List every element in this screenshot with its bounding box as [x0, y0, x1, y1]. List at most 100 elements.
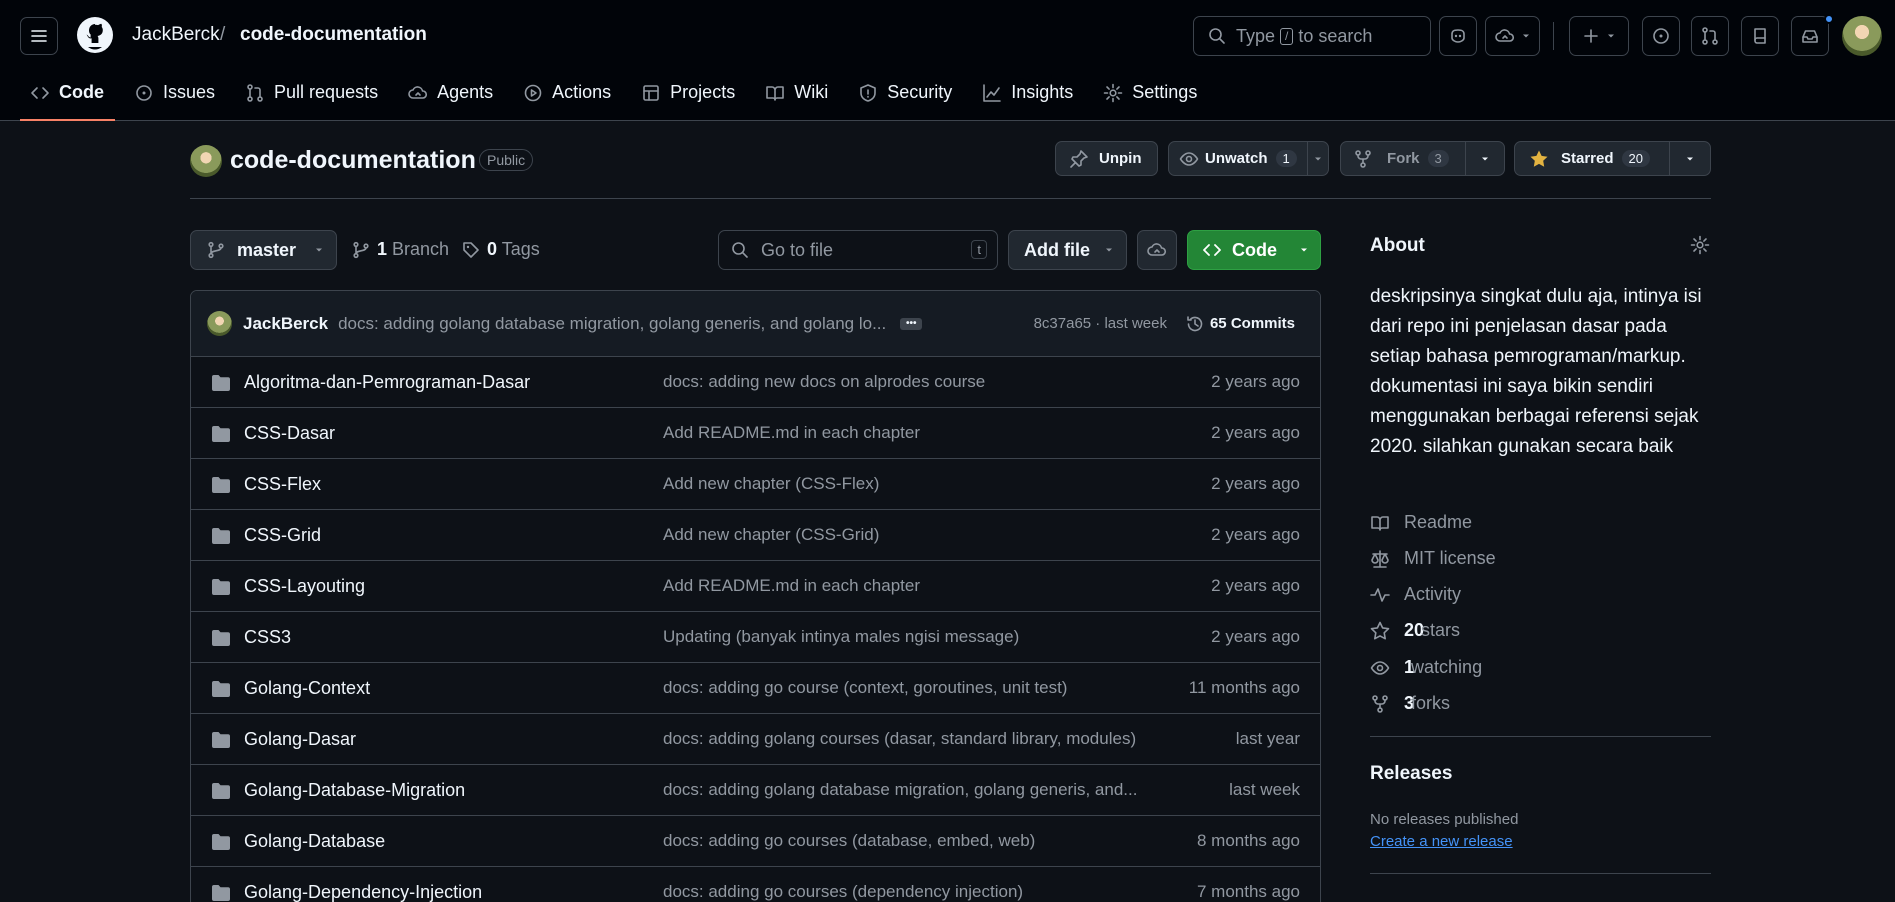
github-logo-icon[interactable] [76, 16, 114, 54]
search-icon [1209, 28, 1225, 44]
file-name[interactable]: CSS3 [244, 627, 291, 648]
go-to-file-placeholder: Go to file [761, 239, 834, 260]
breadcrumb-owner[interactable]: JackBerck [132, 24, 220, 46]
agents-dropdown-button[interactable] [1485, 16, 1540, 56]
create-release-link[interactable]: Create a new release [1370, 833, 1513, 850]
fork-icon [1355, 149, 1371, 168]
create-new-button[interactable] [1569, 16, 1629, 56]
file-commit-message[interactable]: docs: adding golang database migration, … [663, 780, 1137, 800]
file-row[interactable]: CSS-Dasar Add README.md in each chapter 2 … [191, 408, 1320, 459]
file-name[interactable]: Golang-Dependency-Injection [244, 882, 482, 902]
file-commit-time: last week [1229, 780, 1300, 799]
commit-author[interactable]: JackBerck [243, 314, 328, 334]
shield-icon [860, 84, 877, 102]
file-commit-message[interactable]: Add README.md in each chapter [663, 576, 920, 596]
folder-icon [212, 681, 230, 697]
file-name[interactable]: CSS-Grid [244, 525, 321, 546]
watch-dropdown[interactable] [1308, 142, 1328, 175]
file-name[interactable]: Golang-Database [244, 831, 385, 852]
go-to-file-input[interactable]: Go to file t [718, 230, 998, 270]
file-row[interactable]: Golang-Database-Migration docs: adding go… [191, 765, 1320, 816]
tab-issues[interactable]: Issues [134, 76, 226, 121]
fork-button[interactable]: Fork 3 [1341, 142, 1465, 175]
commits-link[interactable]: 65 Commits [1186, 315, 1295, 333]
forks-link[interactable]: 3 forks [1370, 693, 1450, 714]
file-commit-message[interactable]: Add new chapter (CSS-Grid) [663, 525, 879, 545]
tab-code[interactable]: Code [20, 76, 115, 121]
releases-heading[interactable]: Releases [1370, 763, 1452, 785]
file-browser: JackBerck docs: adding golang database m… [190, 290, 1321, 902]
commit-author-avatar[interactable] [207, 311, 232, 336]
go-to-file-shortcut: t [971, 240, 987, 259]
pull-requests-button[interactable] [1691, 16, 1729, 56]
repo-title[interactable]: code-documentation [230, 146, 476, 175]
gear-icon[interactable] [1690, 235, 1710, 255]
readme-link[interactable]: Readme [1370, 512, 1472, 533]
unpin-button[interactable]: Unpin [1055, 141, 1158, 176]
file-row[interactable]: CSS3 Updating (banyak intinya males ngisi… [191, 612, 1320, 663]
repositories-button[interactable] [1741, 16, 1779, 56]
file-row[interactable]: CSS-Grid Add new chapter (CSS-Grid) 2 year… [191, 510, 1320, 561]
code-dropdown-button[interactable]: Code [1187, 230, 1321, 270]
chevron-down-icon [1482, 157, 1488, 160]
inbox-button[interactable] [1791, 16, 1829, 56]
file-commit-message[interactable]: docs: adding go courses (dependency inje… [663, 882, 1023, 902]
tab-agents[interactable]: Agents [408, 76, 504, 121]
tab-projects[interactable]: Projects [641, 76, 746, 121]
file-name[interactable]: CSS-Flex [244, 474, 321, 495]
file-name[interactable]: CSS-Dasar [244, 423, 335, 444]
file-row[interactable]: Golang-Context docs: adding go course (co… [191, 663, 1320, 714]
file-row[interactable]: Golang-Database docs: adding go courses (… [191, 816, 1320, 867]
repo-owner-avatar[interactable] [190, 145, 222, 177]
file-name[interactable]: Golang-Context [244, 678, 370, 699]
file-row[interactable]: Golang-Dependency-Injection docs: adding … [191, 867, 1320, 902]
file-commit-message[interactable]: docs: adding go courses (database, embed… [663, 831, 1035, 851]
starred-button[interactable]: Starred 20 [1515, 142, 1669, 175]
stars-link[interactable]: 20 stars [1370, 620, 1460, 641]
branch-icon [208, 241, 224, 259]
commit-hash-time[interactable]: 8c37a65 · last week [1034, 315, 1167, 332]
license-link[interactable]: MIT license [1370, 548, 1496, 569]
issues-button[interactable] [1642, 16, 1680, 56]
file-commit-message[interactable]: Add README.md in each chapter [663, 423, 920, 443]
menu-button[interactable] [20, 17, 58, 55]
file-commit-message[interactable]: docs: adding golang courses (dasar, stan… [663, 729, 1136, 749]
tab-settings[interactable]: Settings [1103, 76, 1208, 121]
no-releases-text: No releases published [1370, 811, 1519, 828]
agents-task-button[interactable] [1137, 230, 1177, 270]
fork-dropdown[interactable] [1466, 142, 1504, 175]
branch-selector[interactable]: master [190, 230, 337, 270]
activity-link[interactable]: Activity [1370, 584, 1461, 605]
file-commit-message[interactable]: Add new chapter (CSS-Flex) [663, 474, 879, 494]
expand-commit-button[interactable]: ••• [900, 317, 923, 330]
tab-actions[interactable]: Actions [523, 76, 622, 121]
user-avatar[interactable] [1842, 16, 1882, 56]
unwatch-button[interactable]: Unwatch 1 [1169, 142, 1307, 175]
breadcrumb-repo[interactable]: code-documentation [240, 24, 427, 46]
file-name[interactable]: CSS-Layouting [244, 576, 365, 597]
star-dropdown[interactable] [1670, 142, 1710, 175]
file-row[interactable]: Golang-Dasar docs: adding golang courses … [191, 714, 1320, 765]
file-name[interactable]: Golang-Database-Migration [244, 780, 465, 801]
add-file-button[interactable]: Add file [1008, 230, 1127, 270]
file-commit-message[interactable]: docs: adding new docs on alprodes course [663, 372, 985, 392]
tab-pull-requests[interactable]: Pull requests [245, 76, 389, 121]
file-commit-message[interactable]: Updating (banyak intinya males ngisi mes… [663, 627, 1019, 647]
tags-link[interactable]: 0 Tags [462, 239, 540, 260]
file-row[interactable]: Algoritma-dan-Pemrograman-Dasar docs: add… [191, 357, 1320, 408]
tab-wiki[interactable]: Wiki [765, 76, 839, 121]
file-commit-time: 2 years ago [1211, 372, 1300, 391]
file-row[interactable]: CSS-Flex Add new chapter (CSS-Flex) 2 year… [191, 459, 1320, 510]
file-commit-message[interactable]: docs: adding go course (context, gorouti… [663, 678, 1067, 698]
commit-message[interactable]: docs: adding golang database migration, … [338, 314, 886, 334]
branches-link[interactable]: 1 Branch [352, 239, 449, 260]
copilot-button[interactable] [1439, 16, 1477, 56]
tab-security[interactable]: Security [858, 76, 963, 121]
tab-insights[interactable]: Insights [982, 76, 1084, 121]
file-name[interactable]: Algoritma-dan-Pemrograman-Dasar [244, 372, 530, 393]
file-name[interactable]: Golang-Dasar [244, 729, 356, 750]
repo-nav: Code Issues Pull requests Agents Actions… [20, 76, 1227, 121]
file-row[interactable]: CSS-Layouting Add README.md in each chapt… [191, 561, 1320, 612]
watching-link[interactable]: 1 watching [1370, 657, 1482, 678]
global-search[interactable]: Type / to search [1193, 16, 1431, 56]
